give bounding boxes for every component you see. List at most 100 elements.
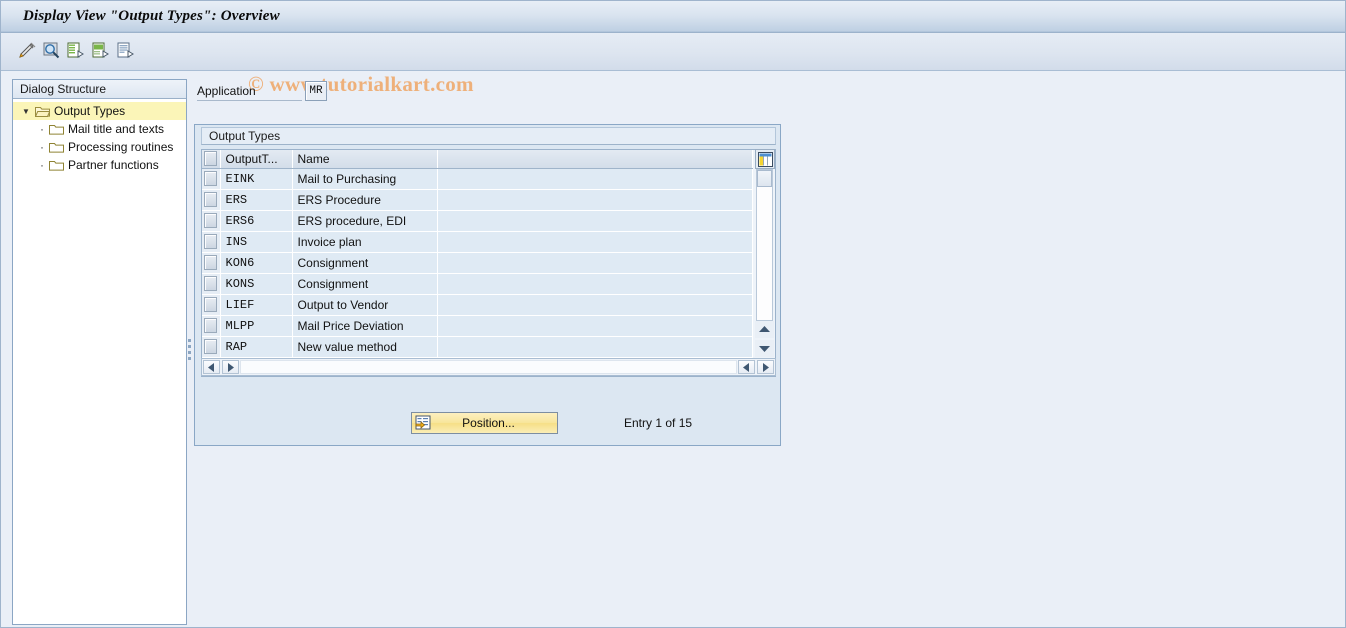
sidebar-item-label: Processing routines bbox=[68, 140, 174, 154]
cell-output-type: EINK bbox=[220, 168, 293, 190]
sidebar-item-partner-functions[interactable]: · Partner functions bbox=[13, 156, 186, 174]
table-horizontal-scrollbar[interactable] bbox=[201, 358, 776, 376]
row-select-cell[interactable] bbox=[202, 168, 221, 190]
row-select-button[interactable] bbox=[204, 255, 218, 270]
row-select-button[interactable] bbox=[204, 171, 218, 186]
groupbox-title: Output Types bbox=[201, 127, 776, 145]
display-magnifier-icon[interactable] bbox=[40, 39, 64, 63]
cell-name: Mail Price Deviation bbox=[292, 315, 438, 337]
table-row[interactable]: LIEF Output to Vendor bbox=[202, 294, 753, 316]
expand-collapse-icon[interactable]: ▼ bbox=[19, 107, 33, 116]
scroll-right-arrow-icon[interactable] bbox=[222, 360, 239, 374]
vertical-scroll-thumb[interactable] bbox=[757, 170, 772, 187]
dialog-structure-tree: ▼ Output Types · Mail title and texts · … bbox=[13, 99, 186, 623]
table-row[interactable]: ERS6 ERS procedure, EDI bbox=[202, 210, 753, 232]
application-input[interactable]: MR bbox=[305, 81, 327, 101]
table-row[interactable]: RAP New value method bbox=[202, 336, 753, 358]
cell-filler bbox=[437, 210, 753, 232]
sidebar-item-processing-routines[interactable]: · Processing routines bbox=[13, 138, 186, 156]
table-row[interactable]: INS Invoice plan bbox=[202, 231, 753, 253]
row-select-cell[interactable] bbox=[202, 231, 221, 253]
cell-filler bbox=[437, 252, 753, 274]
table-vertical-scrollbar[interactable] bbox=[756, 169, 773, 321]
table-row[interactable]: KON6 Consignment bbox=[202, 252, 753, 274]
row-select-cell[interactable] bbox=[202, 189, 221, 211]
cell-name: ERS procedure, EDI bbox=[292, 210, 438, 232]
dialog-structure-panel: Dialog Structure ▼ Output Types · Mail t… bbox=[12, 79, 187, 625]
row-select-button[interactable] bbox=[204, 234, 218, 249]
row-select-cell[interactable] bbox=[202, 336, 221, 358]
sidebar-item-output-types[interactable]: ▼ Output Types bbox=[13, 102, 186, 120]
cell-output-type: INS bbox=[220, 231, 293, 253]
row-select-cell[interactable] bbox=[202, 273, 221, 295]
cell-output-type: KON6 bbox=[220, 252, 293, 274]
copy-as-icon[interactable] bbox=[88, 39, 112, 63]
table-row[interactable]: MLPP Mail Price Deviation bbox=[202, 315, 753, 337]
output-types-table: OutputT... Name EINK Mail to Purchasing … bbox=[201, 149, 776, 377]
tree-bullet-icon: · bbox=[40, 158, 44, 172]
tree-bullet-icon: · bbox=[40, 122, 44, 136]
details-icon[interactable] bbox=[113, 39, 137, 63]
output-types-groupbox: Output Types OutputT... Name EINK Mail t… bbox=[194, 124, 781, 446]
position-list-icon bbox=[414, 414, 432, 432]
cell-output-type: RAP bbox=[220, 336, 293, 358]
cell-output-type: ERS bbox=[220, 189, 293, 211]
sidebar-item-label: Partner functions bbox=[68, 158, 159, 172]
sap-gui-window: Display View "Output Types": Overview © … bbox=[0, 0, 1346, 628]
window-title-bar: Display View "Output Types": Overview bbox=[1, 1, 1345, 33]
cell-output-type: ERS6 bbox=[220, 210, 293, 232]
position-button[interactable]: Position... bbox=[411, 412, 558, 434]
cell-filler bbox=[437, 315, 753, 337]
scroll-left-arrow-icon[interactable] bbox=[203, 360, 220, 374]
row-select-button[interactable] bbox=[204, 213, 218, 228]
row-select-cell[interactable] bbox=[202, 315, 221, 337]
position-button-label: Position... bbox=[462, 416, 515, 430]
page-title: Display View "Output Types": Overview bbox=[23, 8, 280, 24]
new-entries-icon[interactable] bbox=[63, 39, 87, 63]
table-row[interactable]: ERS ERS Procedure bbox=[202, 189, 753, 211]
scroll-left-arrow-icon-right[interactable] bbox=[738, 360, 755, 374]
folder-icon bbox=[49, 141, 64, 153]
table-settings-icon[interactable] bbox=[755, 149, 775, 169]
cell-name: New value method bbox=[292, 336, 438, 358]
row-select-cell[interactable] bbox=[202, 294, 221, 316]
cell-filler bbox=[437, 231, 753, 253]
row-select-button[interactable] bbox=[204, 297, 218, 312]
select-all-button[interactable] bbox=[204, 151, 218, 167]
change-pencil-icon[interactable] bbox=[15, 39, 39, 63]
panel-splitter-handle[interactable] bbox=[187, 336, 192, 368]
row-select-cell[interactable] bbox=[202, 210, 221, 232]
cell-output-type: LIEF bbox=[220, 294, 293, 316]
row-select-cell[interactable] bbox=[202, 252, 221, 274]
sidebar-item-mail-title-and-texts[interactable]: · Mail title and texts bbox=[13, 120, 186, 138]
folder-icon bbox=[49, 159, 64, 171]
cell-filler bbox=[437, 168, 753, 190]
scroll-down-button[interactable] bbox=[755, 340, 774, 357]
cell-filler bbox=[437, 336, 753, 358]
cell-name: Invoice plan bbox=[292, 231, 438, 253]
cell-filler bbox=[437, 189, 753, 211]
select-all-cell[interactable] bbox=[202, 150, 221, 169]
horizontal-scroll-track[interactable] bbox=[240, 360, 737, 374]
cell-output-type: MLPP bbox=[220, 315, 293, 337]
column-header-output-type[interactable]: OutputT... bbox=[220, 150, 293, 169]
scroll-right-arrow-icon-right[interactable] bbox=[757, 360, 774, 374]
column-header-filler bbox=[437, 150, 753, 169]
scroll-up-button[interactable] bbox=[755, 321, 774, 338]
entry-status-text: Entry 1 of 15 bbox=[624, 416, 693, 430]
row-select-button[interactable] bbox=[204, 192, 218, 207]
dialog-structure-header: Dialog Structure bbox=[13, 80, 186, 99]
table-row[interactable]: KONS Consignment bbox=[202, 273, 753, 295]
sidebar-item-label: Output Types bbox=[54, 104, 126, 118]
application-toolbar: © www.tutorialkart.com bbox=[1, 33, 1345, 96]
row-select-button[interactable] bbox=[204, 276, 218, 291]
row-select-button[interactable] bbox=[204, 318, 218, 333]
cell-filler bbox=[437, 294, 753, 316]
table-row[interactable]: EINK Mail to Purchasing bbox=[202, 168, 753, 190]
row-select-button[interactable] bbox=[204, 339, 218, 354]
column-header-name[interactable]: Name bbox=[292, 150, 438, 169]
cell-name: Consignment bbox=[292, 252, 438, 274]
cell-name: Mail to Purchasing bbox=[292, 168, 438, 190]
table-grid: OutputT... Name EINK Mail to Purchasing … bbox=[202, 150, 753, 358]
cell-name: ERS Procedure bbox=[292, 189, 438, 211]
